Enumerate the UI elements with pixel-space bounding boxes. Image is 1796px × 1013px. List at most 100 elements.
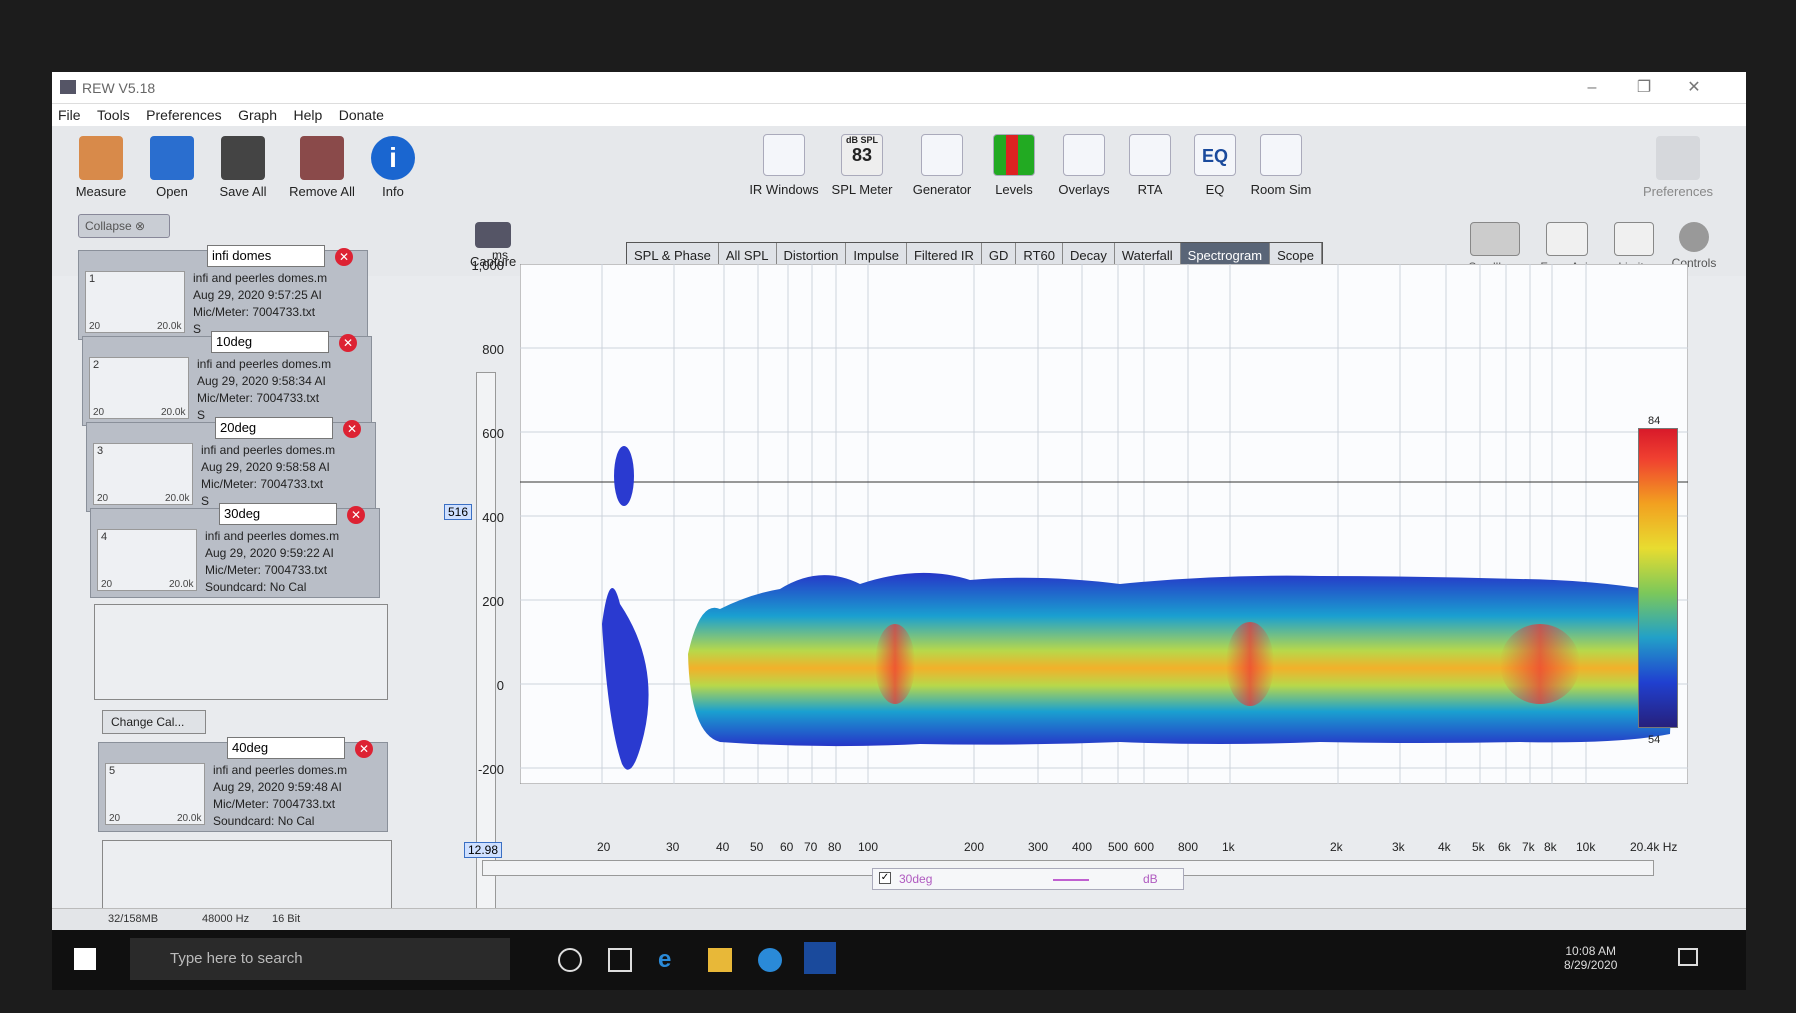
- levels-button[interactable]: Levels: [984, 134, 1044, 197]
- measurement-name-field[interactable]: 10deg: [211, 331, 329, 353]
- remove-icon: [300, 136, 344, 180]
- info-button[interactable]: i Info: [368, 136, 418, 199]
- remove-measurement-icon[interactable]: ✕: [343, 420, 361, 438]
- save-all-button[interactable]: Save All: [208, 136, 278, 199]
- ir-windows-label: IR Windows: [749, 182, 819, 197]
- cortana-icon[interactable]: [558, 948, 582, 972]
- app-icon: [60, 80, 76, 94]
- measurement-index: 2: [93, 359, 100, 371]
- measurement-4[interactable]: 4 20 20.0k 30deg ✕ infi and peerles dome…: [90, 503, 380, 598]
- x-min-readout[interactable]: 12.98: [464, 842, 503, 858]
- x-tick: 20: [597, 840, 611, 854]
- measurement-5[interactable]: 5 20 20.0k 40deg ✕ infi and peerles dome…: [98, 737, 388, 832]
- rew-taskbar-icon[interactable]: [804, 942, 836, 974]
- thumb-max-label: 20.0k: [165, 493, 190, 504]
- spl-meter-label: SPL Meter: [831, 182, 893, 197]
- thumb-max-label: 20.0k: [169, 579, 194, 590]
- ir-windows-button[interactable]: IR Windows: [744, 134, 824, 197]
- task-view-icon[interactable]: [608, 948, 632, 972]
- info-icon: i: [371, 136, 415, 180]
- taskbar-search-placeholder: Type here to search: [170, 950, 303, 967]
- x-tick: 300: [1028, 840, 1049, 854]
- measurement-1[interactable]: 1 20 20.0k infi domes ✕ infi and peerles…: [78, 245, 368, 340]
- spl-meter-button[interactable]: dB SPL 83 SPL Meter: [826, 134, 898, 197]
- remove-measurement-icon[interactable]: ✕: [335, 248, 353, 266]
- x-tick: 40: [716, 840, 730, 854]
- save-all-label: Save All: [219, 184, 267, 199]
- change-cal-button[interactable]: Change Cal...: [102, 710, 206, 734]
- windows-taskbar: Type here to search e 10:08 AM 8/29/2020: [52, 930, 1746, 990]
- windows-start-icon[interactable]: [74, 948, 96, 970]
- hot-spot: [1226, 622, 1274, 706]
- colorbar: [1638, 428, 1678, 728]
- y-tick: 800: [482, 342, 504, 357]
- collapse-button[interactable]: Collapse ⊗: [78, 214, 170, 238]
- vertical-scrollbar[interactable]: [476, 372, 496, 912]
- measurement-meter: Mic/Meter: 7004733.txt: [197, 391, 320, 405]
- legend-checkbox[interactable]: ✓: [879, 872, 891, 884]
- generator-label: Generator: [912, 182, 972, 197]
- remove-all-label: Remove All: [289, 184, 355, 199]
- measurement-name-field[interactable]: 40deg: [227, 737, 345, 759]
- rta-bars-icon: [1129, 134, 1171, 176]
- spectrogram-plot[interactable]: [519, 263, 1689, 785]
- measurement-file: infi and peerles domes.m: [193, 271, 328, 285]
- measurement-2[interactable]: 2 20 20.0k 10deg ✕ infi and peerles dome…: [82, 331, 372, 426]
- taskbar-search-box[interactable]: Type here to search: [130, 938, 510, 980]
- remove-measurement-icon[interactable]: ✕: [347, 506, 365, 524]
- remove-all-button[interactable]: Remove All: [282, 136, 362, 199]
- measurement-name-field[interactable]: infi domes: [207, 245, 325, 267]
- x-tick: 400: [1072, 840, 1093, 854]
- menu-help[interactable]: Help: [287, 104, 328, 123]
- rew-window: REW V5.18 – ❐ ✕ File Tools Preferences G…: [52, 72, 1746, 990]
- x-tick: 30: [666, 840, 680, 854]
- x-tick: 2k: [1330, 840, 1343, 854]
- minimize-button[interactable]: –: [1572, 76, 1612, 100]
- preferences-button[interactable]: Preferences: [1638, 136, 1718, 199]
- maximize-button[interactable]: ❐: [1624, 76, 1664, 100]
- menu-preferences[interactable]: Preferences: [140, 104, 227, 123]
- edge-icon[interactable]: e: [658, 948, 682, 972]
- hot-spot: [1500, 624, 1580, 704]
- measurement-meter: Mic/Meter: 7004733.txt: [205, 563, 328, 577]
- taskbar-clock[interactable]: 10:08 AM 8/29/2020: [1564, 944, 1617, 972]
- file-explorer-icon[interactable]: [708, 948, 732, 972]
- y-tick: 200: [482, 594, 504, 609]
- spectrogram-svg: [519, 263, 1689, 785]
- measurement-name-field[interactable]: 30deg: [219, 503, 337, 525]
- open-button[interactable]: Open: [142, 136, 202, 199]
- menu-bar: File Tools Preferences Graph Help Donate: [52, 104, 1746, 126]
- menu-donate[interactable]: Donate: [333, 104, 390, 123]
- measure-button[interactable]: Measure: [66, 136, 136, 199]
- remove-measurement-icon[interactable]: ✕: [355, 740, 373, 758]
- wrench-icon: [1656, 136, 1700, 180]
- gear-icon: [1679, 222, 1709, 252]
- measurement-index: 5: [109, 765, 116, 777]
- measurement-3[interactable]: 3 20 20.0k 20deg ✕ infi and peerles dome…: [86, 417, 376, 512]
- status-bar: 32/158MB 48000 Hz 16 Bit: [52, 908, 1746, 930]
- eq-button[interactable]: EQ EQ: [1188, 134, 1242, 197]
- camera-icon: [475, 222, 512, 248]
- internet-explorer-icon[interactable]: [758, 948, 782, 972]
- remove-measurement-icon[interactable]: ✕: [339, 334, 357, 352]
- x-tick: 8k: [1544, 840, 1557, 854]
- freq-axis-icon: [1546, 222, 1588, 256]
- cursor-y-readout: 516: [444, 504, 473, 520]
- measurement-meter: Mic/Meter: 7004733.txt: [193, 305, 316, 319]
- spl-meter-value: 83: [851, 145, 873, 165]
- measurement-file: infi and peerles domes.m: [197, 357, 332, 371]
- menu-tools[interactable]: Tools: [91, 104, 136, 123]
- measurement-index: 3: [97, 445, 104, 457]
- rta-button[interactable]: RTA: [1120, 134, 1180, 197]
- generator-button[interactable]: Generator: [904, 134, 980, 197]
- close-button[interactable]: ✕: [1674, 76, 1714, 100]
- menu-graph[interactable]: Graph: [232, 104, 283, 123]
- menu-file[interactable]: File: [52, 104, 87, 123]
- measurement-name-field[interactable]: 20deg: [215, 417, 333, 439]
- status-memory: 32/158MB: [108, 913, 159, 925]
- overlays-button[interactable]: Overlays: [1052, 134, 1116, 197]
- controls-button[interactable]: Controls: [1664, 222, 1724, 270]
- sine-wave-icon: [921, 134, 963, 176]
- notification-icon[interactable]: [1678, 948, 1698, 966]
- room-sim-button[interactable]: Room Sim: [1246, 134, 1316, 197]
